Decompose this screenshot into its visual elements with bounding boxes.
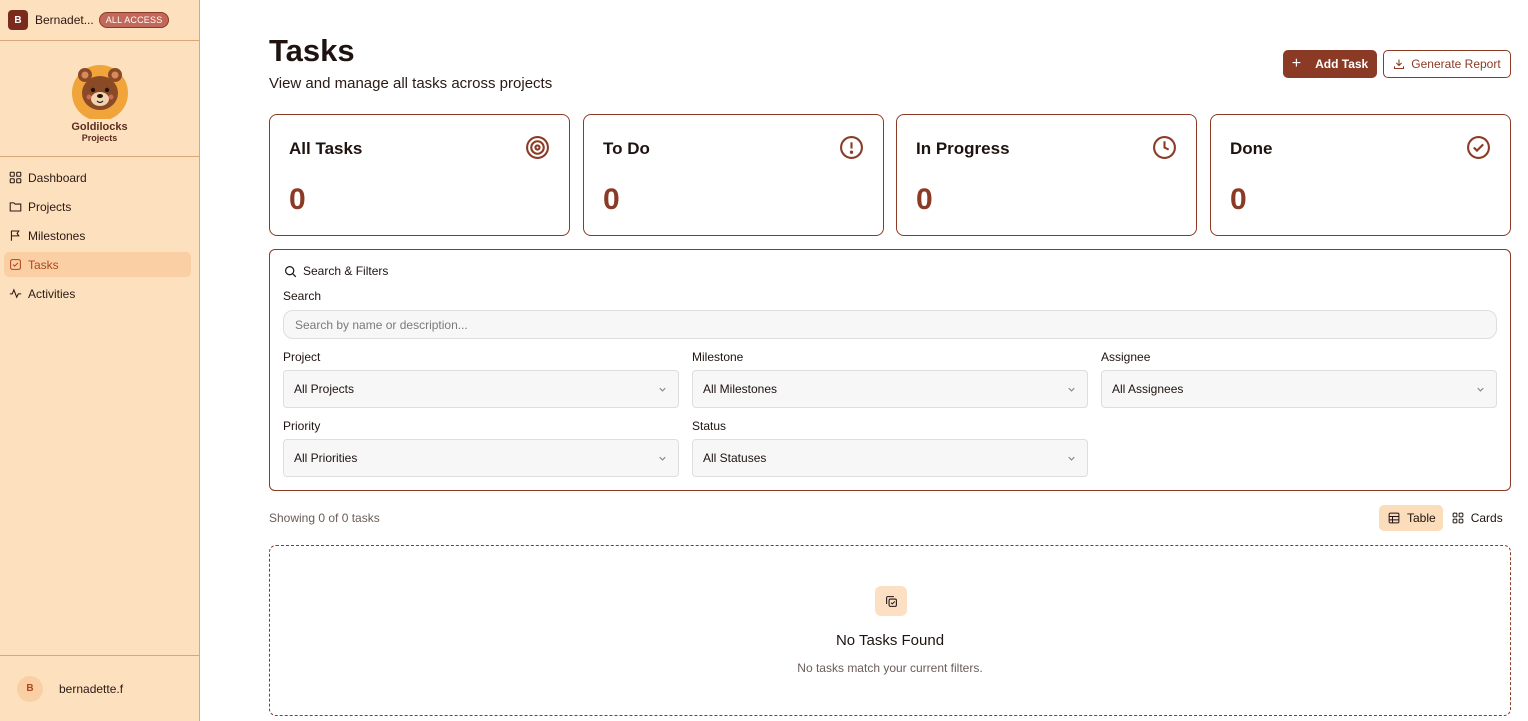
stat-value: 0 (916, 183, 933, 216)
square-check-icon (10, 259, 21, 270)
stat-card-done: Done 0 (1210, 114, 1511, 236)
status-select[interactable]: All Statuses (692, 439, 1088, 477)
search-icon (285, 265, 297, 277)
cards-view-button[interactable]: Cards (1443, 505, 1510, 531)
assignee-select-value: All Assignees (1112, 382, 1184, 396)
empty-state-title: No Tasks Found (835, 632, 945, 649)
cards-view-label: Cards (1470, 511, 1503, 525)
clock-icon (1153, 136, 1176, 159)
project-label: Project (283, 350, 321, 364)
assignee-select[interactable]: All Assignees (1101, 370, 1497, 408)
sidebar-item-tasks[interactable]: Tasks (4, 252, 191, 277)
sidebar-item-label: Dashboard (28, 170, 87, 185)
status-select-value: All Statuses (703, 451, 767, 465)
access-badge: ALL ACCESS (98, 12, 170, 28)
search-filters-panel: Search & Filters Search Project All Proj… (269, 249, 1511, 491)
stat-card-in-progress: In Progress 0 (896, 114, 1197, 236)
filters-heading-label: Search & Filters (303, 264, 389, 278)
table-view-label: Table (1407, 511, 1436, 525)
folder-icon (9, 202, 22, 212)
avatar: B (17, 675, 43, 702)
workspace-user[interactable]: B Bernadet... ALL ACCESS (0, 0, 199, 41)
chevron-down-icon (659, 387, 666, 392)
assignee-label: Assignee (1101, 350, 1151, 364)
download-icon (1394, 59, 1405, 70)
empty-state-badge (875, 586, 907, 616)
table-view-button[interactable]: Table (1379, 505, 1443, 531)
sidebar: B Bernadet... ALL ACCESS Goldilocks Proj… (0, 0, 200, 721)
milestone-select-value: All Milestones (703, 382, 778, 396)
stat-value: 0 (603, 183, 620, 216)
filters-heading: Search & Filters (284, 264, 388, 278)
priority-label: Priority (283, 419, 321, 433)
stat-card-all-tasks: All Tasks 0 (269, 114, 570, 236)
logo-subtitle: Projects (81, 133, 118, 143)
page-subtitle: View and manage all tasks across project… (269, 75, 553, 92)
sidebar-item-label: Projects (28, 199, 72, 214)
stat-title: In Progress (916, 139, 1010, 158)
empty-state: No Tasks Found No tasks match your curre… (269, 545, 1511, 716)
bear-logo-icon (71, 65, 128, 119)
empty-state-subtitle: No tasks match your current filters. (797, 661, 983, 675)
milestone-label: Milestone (692, 350, 744, 364)
logo-title: Goldilocks (71, 121, 128, 133)
sidebar-item-projects[interactable]: Projects (4, 194, 191, 219)
account-menu[interactable]: B bernadette.f (0, 655, 199, 721)
target-icon (526, 136, 549, 159)
chevron-down-icon (659, 456, 666, 461)
search-input[interactable] (283, 310, 1497, 339)
flag-icon (10, 230, 20, 241)
add-task-button[interactable]: + Add Task (1283, 50, 1377, 78)
priority-select-value: All Priorities (294, 451, 358, 465)
add-task-label: Add Task (1315, 57, 1369, 71)
generate-report-label: Generate Report (1411, 57, 1501, 71)
sidebar-item-dashboard[interactable]: Dashboard (4, 165, 191, 190)
stat-value: 0 (1230, 183, 1247, 216)
stat-value: 0 (289, 183, 306, 216)
activity-icon (9, 288, 22, 299)
project-select[interactable]: All Projects (283, 370, 679, 408)
sidebar-item-label: Milestones (28, 228, 86, 243)
layout-grid-icon (9, 171, 22, 184)
alert-circle-icon (840, 136, 863, 159)
copy-icon (885, 595, 897, 607)
sidebar-item-activities[interactable]: Activities (4, 281, 191, 306)
user-avatar: B (8, 10, 28, 30)
status-label: Status (692, 419, 727, 433)
table-icon (1388, 512, 1400, 524)
stat-card-to-do: To Do 0 (583, 114, 884, 236)
chevron-down-icon (1068, 387, 1075, 392)
results-count: Showing 0 of 0 tasks (269, 511, 380, 525)
stat-title: Done (1230, 139, 1273, 158)
chevron-down-icon (1477, 387, 1484, 392)
page-title: Tasks (269, 33, 355, 68)
priority-select[interactable]: All Priorities (283, 439, 679, 477)
search-label: Search (283, 289, 322, 303)
account-name: bernadette.f (59, 681, 124, 696)
sidebar-item-milestones[interactable]: Milestones (4, 223, 191, 248)
logo: Goldilocks Projects (0, 41, 199, 157)
sidebar-nav: Dashboard Projects Milestones Tasks Acti… (0, 157, 199, 306)
plus-icon: + (1291, 55, 1302, 72)
layout-grid-icon (1452, 512, 1464, 524)
stat-title: All Tasks (289, 139, 363, 158)
sidebar-item-label: Tasks (28, 257, 59, 272)
user-name: Bernadet... (35, 13, 94, 27)
sidebar-item-label: Activities (28, 286, 76, 301)
check-circle-icon (1467, 136, 1490, 159)
view-toggle: Table Cards (1379, 505, 1510, 531)
stat-title: To Do (603, 139, 650, 158)
project-select-value: All Projects (294, 382, 355, 396)
chevron-down-icon (1068, 456, 1075, 461)
generate-report-button[interactable]: Generate Report (1383, 50, 1511, 78)
milestone-select[interactable]: All Milestones (692, 370, 1088, 408)
